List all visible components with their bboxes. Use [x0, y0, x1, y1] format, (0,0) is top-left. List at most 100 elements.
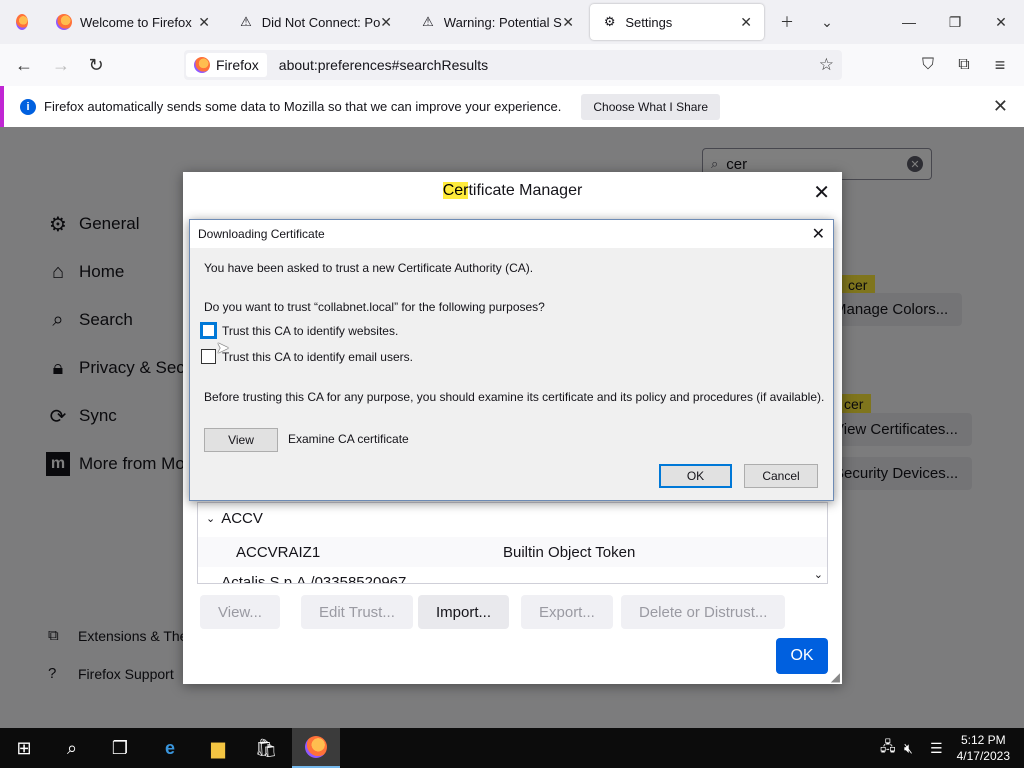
delete-distrust-button[interactable]: Delete or Distrust... — [621, 595, 786, 629]
warning-icon: ⚠ — [240, 14, 252, 29]
identity-box[interactable]: Firefox — [186, 53, 267, 77]
chevron-down-icon: ⌄ — [206, 512, 216, 525]
info-icon: i — [20, 98, 36, 115]
tab-title: Welcome to Firefox — [80, 14, 192, 30]
url-text[interactable]: about:preferences#searchResults — [279, 57, 488, 73]
arrow-left-icon: ← — [15, 54, 33, 75]
forward-button[interactable]: → — [46, 50, 76, 80]
firefox-taskbar-button[interactable] — [292, 728, 340, 768]
question-text: Do you want to trust “collabnet.local” f… — [204, 300, 545, 314]
close-window-button[interactable]: ✕ — [978, 0, 1024, 44]
menu-button[interactable]: ≡ — [985, 50, 1015, 80]
nav-bar: ← → ↻ Firefox about:preferences#searchRe… — [0, 44, 1024, 86]
warning-text: Before trusting this CA for any purpose,… — [204, 390, 825, 404]
scroll-down-icon[interactable]: ⌄ — [814, 568, 823, 581]
back-button[interactable]: ← — [9, 50, 39, 80]
chevron-down-icon: ⌄ — [821, 13, 833, 30]
group-name: ACCV — [221, 509, 263, 527]
tab-strip: Welcome to Firefox ✕ ⚠ Did Not Connect: … — [0, 0, 1024, 44]
view-ca-button[interactable]: View — [204, 428, 278, 452]
tab-title: Warning: Potential Security Risk Ahead — [443, 14, 562, 30]
identity-label: Firefox — [216, 57, 259, 73]
close-icon[interactable]: ✕ — [812, 224, 825, 244]
firefox-icon — [305, 736, 327, 758]
pocket-icon: ⛉ — [921, 56, 934, 73]
tab-settings[interactable]: ⚙ Settings ✕ — [590, 4, 764, 40]
network-icon[interactable]: 🖧︎ — [880, 728, 896, 768]
firefox-view-button[interactable] — [4, 4, 40, 40]
certificate-tree[interactable]: ⌄ ACCV ACCVRAIZ1 Builtin Object Token ⌄ … — [197, 502, 828, 584]
trust-websites-label[interactable]: Trust this CA to identify websites. — [222, 324, 398, 338]
arrow-right-icon: → — [52, 54, 70, 75]
notifications-icon[interactable]: ☰ — [930, 728, 943, 768]
import-button[interactable]: Import... — [418, 595, 510, 629]
tree-cert-row[interactable]: ACCVRAIZ1 Builtin Object Token — [198, 537, 827, 567]
extensions-button[interactable]: ⧉ — [949, 50, 979, 80]
view-cert-button[interactable]: View... — [200, 595, 280, 629]
cancel-button[interactable]: Cancel — [744, 464, 818, 488]
file-explorer-button[interactable]: ▆ — [194, 728, 242, 768]
store-icon: 🛍︎ — [254, 737, 278, 758]
dialog-title: Downloading Certificate — [198, 227, 325, 241]
trust-websites-checkbox[interactable] — [200, 322, 217, 339]
search-icon: ⌕ — [66, 737, 78, 758]
edge-button[interactable]: e — [146, 728, 194, 768]
chevron-down-icon: ⌄ — [206, 576, 216, 584]
store-button[interactable]: 🛍︎ — [242, 728, 290, 768]
ok-button[interactable]: OK — [659, 464, 732, 488]
edge-icon: e — [164, 737, 175, 758]
tab-did-not-connect[interactable]: ⚠ Did Not Connect: Potential Security Is… — [226, 4, 404, 40]
trust-email-checkbox[interactable] — [201, 349, 216, 364]
downloading-certificate-dialog: Downloading Certificate ✕ You have been … — [189, 219, 834, 501]
minimize-icon: — — [902, 14, 916, 30]
data-reporting-notification: i Firefox automatically sends some data … — [0, 86, 1024, 127]
list-all-tabs-button[interactable]: ⌄ — [804, 0, 850, 44]
start-button[interactable]: ⊞ — [0, 728, 48, 768]
url-bar[interactable]: Firefox about:preferences#searchResults … — [184, 50, 842, 80]
minimize-button[interactable]: — — [886, 0, 932, 44]
reload-button[interactable]: ↻ — [81, 50, 111, 80]
choose-what-i-share-button[interactable]: Choose What I Share — [581, 93, 721, 120]
notification-message: Firefox automatically sends some data to… — [44, 99, 562, 114]
pocket-button[interactable]: ⛉ — [913, 50, 943, 80]
gear-icon: ⚙ — [603, 14, 616, 29]
search-button[interactable]: ⌕ — [48, 728, 96, 768]
close-icon[interactable]: ✕ — [380, 14, 392, 31]
dialog-titlebar: Downloading Certificate ✕ — [190, 220, 833, 248]
close-icon[interactable]: ✕ — [562, 14, 574, 31]
view-ca-label: Examine CA certificate — [288, 432, 409, 446]
group-name: Actalis S.p.A./03358520967 — [221, 573, 407, 584]
trust-email-label[interactable]: Trust this CA to identify email users. — [222, 350, 413, 364]
taskbar-clock[interactable]: 5:12 PM 4/17/2023 — [957, 732, 1010, 764]
close-icon[interactable]: ✕ — [813, 180, 830, 205]
firefox-icon — [194, 57, 210, 73]
volume-muted-icon[interactable]: 🔇︎ — [904, 728, 913, 768]
tree-group-row[interactable]: ⌄ ACCV — [198, 503, 827, 533]
clock-date: 4/17/2023 — [956, 749, 1010, 763]
title-highlight: Cer — [442, 182, 469, 199]
edit-trust-button[interactable]: Edit Trust... — [301, 595, 413, 629]
bookmark-star-icon[interactable]: ☆ — [819, 55, 834, 75]
dialog-title: Certificate Manager — [183, 182, 842, 200]
ok-button[interactable]: OK — [776, 638, 828, 674]
title-rest: tificate Manager — [468, 182, 583, 199]
tab-warning[interactable]: ⚠ Warning: Potential Security Risk Ahead… — [408, 4, 586, 40]
folder-icon: ▆ — [211, 737, 225, 758]
close-icon[interactable]: ✕ — [198, 14, 210, 31]
windows-logo-icon: ⊞ — [16, 737, 32, 758]
plus-icon: ＋ — [780, 14, 794, 30]
tree-group-row[interactable]: ⌄ Actalis S.p.A./03358520967 — [198, 567, 827, 584]
close-icon: ✕ — [995, 13, 1007, 30]
task-view-icon: ❐ — [111, 737, 129, 758]
security-device: Builtin Object Token — [503, 543, 636, 561]
windows-taskbar: ⊞ ⌕ ❐ e ▆ 🛍︎ 🖧︎ 🔇︎ ☰ 5:12 PM 4/17/2023 — [0, 728, 1024, 768]
tab-welcome[interactable]: Welcome to Firefox ✕ — [44, 4, 222, 40]
close-icon[interactable]: ✕ — [740, 14, 752, 31]
close-icon[interactable]: ✕ — [993, 96, 1008, 117]
tab-title: Settings — [625, 14, 673, 30]
export-button[interactable]: Export... — [521, 595, 613, 629]
warning-icon: ⚠ — [422, 14, 434, 29]
task-view-button[interactable]: ❐ — [96, 728, 144, 768]
restore-button[interactable]: ❐ — [932, 0, 978, 44]
restore-icon: ❐ — [948, 13, 962, 30]
